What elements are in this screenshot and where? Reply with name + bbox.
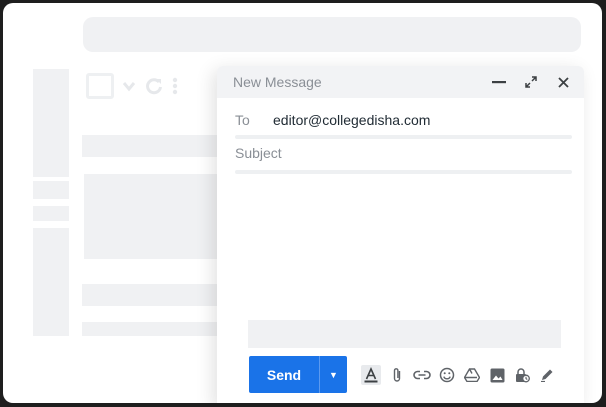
- field-divider: [235, 170, 572, 174]
- compose-window: New Message To editor@collegedisha.com S…: [217, 66, 584, 403]
- expand-icon[interactable]: [522, 73, 540, 91]
- compose-title: New Message: [233, 74, 322, 90]
- send-button-group: Send ▼: [249, 356, 347, 393]
- sidebar-placeholder-block: [33, 206, 69, 221]
- drive-icon[interactable]: [463, 366, 481, 384]
- to-field[interactable]: To editor@collegedisha.com: [235, 110, 430, 130]
- sidebar-placeholder-block: [33, 69, 69, 177]
- recipient-address[interactable]: editor@collegedisha.com: [273, 112, 430, 128]
- message-row-placeholder: [82, 135, 222, 157]
- chevron-down-icon[interactable]: [122, 79, 136, 93]
- message-row-placeholder: [82, 322, 222, 336]
- compose-header: New Message: [217, 66, 584, 98]
- photo-icon[interactable]: [488, 366, 506, 384]
- subject-field[interactable]: Subject: [235, 143, 282, 163]
- close-icon[interactable]: [554, 73, 572, 91]
- signature-icon[interactable]: [538, 366, 556, 384]
- confidential-mode-icon[interactable]: [513, 366, 531, 384]
- message-body[interactable]: [235, 178, 572, 318]
- mail-list-toolbar: [86, 71, 178, 101]
- emoji-icon[interactable]: [438, 366, 456, 384]
- message-row-placeholder: [82, 284, 222, 306]
- sidebar-placeholder-block: [33, 181, 69, 199]
- search-bar-placeholder[interactable]: [83, 17, 581, 52]
- text-format-icon[interactable]: [361, 365, 381, 385]
- compose-window-controls: [490, 66, 572, 98]
- compose-toolbar: [361, 364, 556, 386]
- attachment-icon[interactable]: [388, 366, 406, 384]
- app-window: New Message To editor@collegedisha.com S…: [3, 3, 602, 403]
- attachment-placeholder: [248, 320, 561, 348]
- message-row-placeholder: [84, 174, 222, 259]
- select-all-checkbox[interactable]: [86, 73, 114, 99]
- minimize-icon[interactable]: [490, 73, 508, 91]
- field-divider: [235, 135, 572, 139]
- schedule-send-dropdown[interactable]: ▼: [320, 356, 347, 393]
- sidebar-placeholder-block: [33, 228, 69, 336]
- refresh-icon[interactable]: [144, 76, 164, 96]
- more-options-icon[interactable]: [172, 76, 178, 96]
- to-label: To: [235, 112, 250, 128]
- send-button[interactable]: Send: [249, 356, 319, 393]
- link-icon[interactable]: [413, 366, 431, 384]
